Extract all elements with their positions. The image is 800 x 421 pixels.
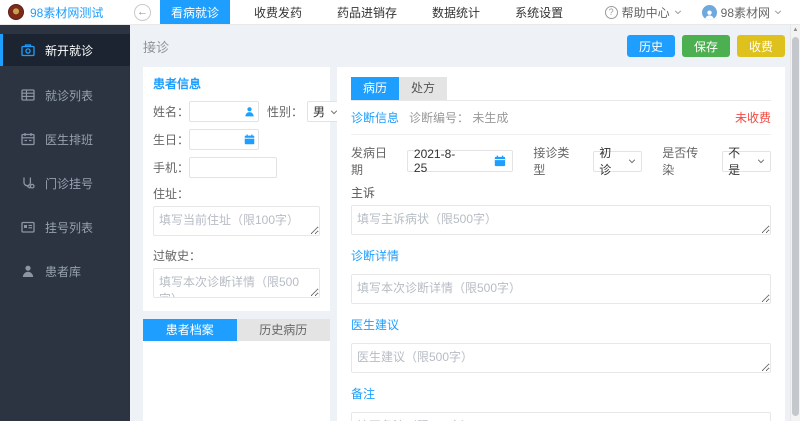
phone-label: 手机： — [153, 159, 189, 176]
contagious-value: 不是 — [728, 144, 752, 178]
sidebar-item-label: 门诊挂号 — [45, 175, 93, 192]
tab-medical-record[interactable]: 病历 — [351, 77, 399, 100]
sidebar-item-label: 挂号列表 — [45, 219, 93, 236]
new-visit-icon — [21, 43, 35, 57]
user-avatar — [702, 5, 717, 20]
user-menu[interactable]: 98素材网 — [702, 4, 782, 21]
help-label: 帮助中心 — [622, 4, 670, 21]
brand-name: 98素材网测试 — [30, 4, 103, 21]
patient-column: 患者信息 姓名： 性别： 男 — [143, 67, 330, 421]
record-card: 病历 处方 诊断信息 诊断编号： 未生成 未收费 发病日期 2021-8-25 — [337, 67, 785, 421]
patient-info-card: 患者信息 姓名： 性别： 男 — [143, 67, 330, 311]
app-window: 98素材网测试 ← 看病就诊 收费发药 药品进销存 数据统计 系统设置 ? 帮助… — [0, 0, 800, 421]
address-textarea[interactable] — [153, 206, 320, 236]
user-name: 98素材网 — [721, 4, 770, 21]
help-center-menu[interactable]: ? 帮助中心 — [605, 4, 682, 21]
diagnosis-info-row: 诊断信息 诊断编号： 未生成 未收费 — [351, 101, 771, 135]
visit-type-select[interactable]: 初诊 — [593, 151, 642, 172]
sidebar: 新开就诊 就诊列表 医生排班 门诊挂号 挂号列表 患者库 — [0, 25, 130, 421]
doctor-schedule-icon — [21, 132, 35, 146]
gender-label: 性别： — [267, 103, 303, 120]
patient-archive-panel — [143, 341, 330, 421]
calendar-icon — [494, 155, 506, 167]
calendar-icon[interactable] — [244, 134, 255, 145]
page-head: 接诊 历史 保存 收费 — [143, 25, 785, 67]
vertical-scrollbar[interactable]: ▲ — [790, 25, 800, 421]
sidebar-item-visit-list[interactable]: 就诊列表 — [0, 73, 130, 117]
registration-icon — [21, 176, 35, 190]
sidebar-item-new-visit[interactable]: 新开就诊 — [0, 34, 130, 66]
page-actions: 历史 保存 收费 — [627, 35, 785, 57]
visit-type-value: 初诊 — [599, 144, 623, 178]
record-tabs: 病历 处方 — [351, 77, 771, 101]
onset-date-picker[interactable]: 2021-8-25 — [407, 150, 513, 172]
fee-status-badge: 未收费 — [735, 109, 771, 126]
top-header: 98素材网测试 ← 看病就诊 收费发药 药品进销存 数据统计 系统设置 ? 帮助… — [0, 0, 800, 25]
diagnosis-number: 诊断编号： 未生成 — [409, 109, 508, 126]
allergy-textarea[interactable] — [153, 268, 320, 298]
charge-button[interactable]: 收费 — [737, 35, 785, 57]
birthday-label: 生日： — [153, 131, 189, 148]
contagious-select[interactable]: 不是 — [722, 151, 771, 172]
top-nav: 看病就诊 收费发药 药品进销存 数据统计 系统设置 — [160, 0, 587, 24]
doctor-advice-label: 医生建议 — [351, 316, 771, 333]
contagious-label: 是否传染 — [662, 144, 710, 178]
top-tab-settings[interactable]: 系统设置 — [504, 0, 574, 24]
main-content: 接诊 历史 保存 收费 患者信息 姓名： — [130, 25, 790, 421]
pick-patient-icon[interactable] — [244, 106, 255, 117]
onset-row: 发病日期 2021-8-25 接诊类型 初诊 是否传染 不是 — [351, 144, 771, 178]
diagnosis-detail-label: 诊断详情 — [351, 247, 771, 264]
gender-value: 男 — [313, 103, 325, 120]
doctor-advice-textarea[interactable] — [351, 343, 771, 373]
diagnosis-info-heading: 诊断信息 — [351, 109, 399, 126]
onset-date-label: 发病日期 — [351, 144, 399, 178]
brand-area: 98素材网测试 — [0, 0, 130, 24]
page-title: 接诊 — [143, 37, 169, 56]
chevron-down-icon — [757, 157, 765, 165]
chevron-down-icon — [628, 157, 636, 165]
chief-complaint-textarea[interactable] — [351, 205, 771, 235]
top-tab-visit[interactable]: 看病就诊 — [160, 0, 230, 24]
tab-patient-archive[interactable]: 患者档案 — [143, 319, 237, 341]
sidebar-item-patient-db[interactable]: 患者库 — [0, 249, 130, 293]
patient-db-icon — [21, 264, 35, 278]
allergy-label: 过敏史： — [153, 247, 320, 264]
sidebar-item-registration-list[interactable]: 挂号列表 — [0, 205, 130, 249]
sidebar-item-label: 医生排班 — [45, 131, 93, 148]
sidebar-item-label: 新开就诊 — [45, 42, 93, 59]
brand-logo-icon — [8, 4, 24, 20]
top-tab-statistics[interactable]: 数据统计 — [421, 0, 491, 24]
onset-date-value: 2021-8-25 — [414, 147, 469, 175]
header-right: ? 帮助中心 98素材网 — [605, 0, 800, 24]
top-tab-charge-dispense[interactable]: 收费发药 — [243, 0, 313, 24]
history-button[interactable]: 历史 — [627, 35, 675, 57]
remark-label: 备注 — [351, 385, 771, 402]
sidebar-item-label: 就诊列表 — [45, 87, 93, 104]
scrollbar-up-arrow[interactable]: ▲ — [791, 27, 800, 33]
diagnosis-detail-textarea[interactable] — [351, 274, 771, 304]
visit-type-label: 接诊类型 — [533, 144, 581, 178]
name-label: 姓名： — [153, 103, 189, 120]
chevron-down-icon — [774, 8, 782, 16]
help-icon: ? — [605, 6, 618, 19]
tab-prescription[interactable]: 处方 — [399, 77, 447, 100]
chief-complaint-label: 主诉 — [351, 184, 771, 201]
phone-input[interactable] — [189, 157, 277, 178]
back-button[interactable]: ← — [134, 4, 151, 21]
chevron-down-icon — [674, 8, 682, 16]
tab-history-records[interactable]: 历史病历 — [237, 319, 331, 341]
sidebar-item-registration[interactable]: 门诊挂号 — [0, 161, 130, 205]
remark-textarea[interactable] — [351, 412, 771, 421]
patient-info-heading: 患者信息 — [153, 75, 320, 92]
sidebar-item-label: 患者库 — [45, 263, 81, 280]
address-label: 住址： — [153, 185, 320, 202]
registration-list-icon — [21, 220, 35, 234]
top-tab-inventory[interactable]: 药品进销存 — [326, 0, 408, 24]
patient-sub-tabs: 患者档案 历史病历 — [143, 319, 330, 341]
sidebar-item-doctor-schedule[interactable]: 医生排班 — [0, 117, 130, 161]
visit-list-icon — [21, 88, 35, 102]
scrollbar-thumb[interactable] — [792, 37, 799, 416]
save-button[interactable]: 保存 — [682, 35, 730, 57]
